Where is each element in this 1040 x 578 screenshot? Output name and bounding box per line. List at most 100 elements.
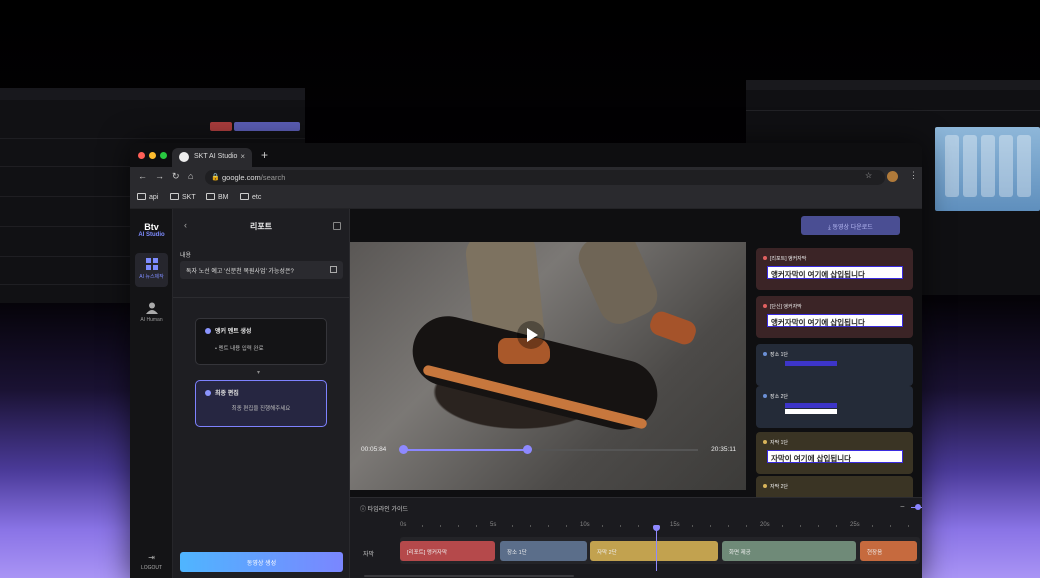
caption-card[interactable]: 자막 1단 자막이 여기에 삽입됩니다: [756, 432, 913, 474]
generate-video-button[interactable]: 동영상 생성: [180, 552, 343, 572]
collapse-panel-icon[interactable]: [333, 222, 341, 230]
caption-card-tag: 자막 2단: [763, 483, 788, 490]
timeline-clip[interactable]: 장소 1단: [500, 541, 587, 561]
horizontal-scrollbar[interactable]: [364, 575, 574, 577]
reload-icon[interactable]: ↻: [172, 171, 180, 182]
timeline-tick-label: 10s: [580, 522, 590, 528]
bookmarks-bar: api SKT BM etc: [130, 187, 922, 209]
timeline-tick-mark: [476, 525, 477, 527]
timeline-clip[interactable]: 현장음: [860, 541, 917, 561]
timeline-playhead[interactable]: [653, 525, 660, 571]
timeline-tick-label: 15s: [670, 522, 680, 528]
caption-cards: [리포트] 앵커자막앵커자막이 여기에 삽입됩니다 [단신] 앵커자막 앵커자막이 …: [752, 242, 922, 497]
timeline-tick-mark: [602, 525, 603, 527]
content-input[interactable]: 독자 노선 예고 '신분천 복원사업' 가능성은?: [180, 261, 343, 279]
caption-preview-text: 앵커자막이 여기에 삽입됩니다: [767, 266, 903, 279]
editor-stage: ⤓ 동영상 다운로드 00:05:84 20:35:11 [리포트] 앵커자막앵…: [350, 209, 922, 578]
current-time: 00:05:84: [361, 446, 387, 453]
edit-icon: [205, 390, 211, 396]
caption-preview-text: 자막이 여기에 삽입됩니다: [767, 450, 903, 463]
bookmark-folder[interactable]: etc: [240, 193, 261, 201]
timeline-title: ⓘ 타임라인 가이드: [360, 507, 408, 513]
bookmark-folder[interactable]: BM: [206, 193, 229, 201]
zoom-handle[interactable]: [915, 504, 921, 510]
timeline-tick-mark: [512, 525, 513, 527]
step-body: 최종 편집을 진행해주세요: [231, 406, 291, 412]
timeline-tick-mark: [782, 525, 783, 527]
profile-avatar[interactable]: [887, 171, 898, 182]
step-anchor-ment[interactable]: 앵커 멘트 생성 • 멘트 내용 입력 완료: [195, 318, 327, 365]
caption-preview-thumbnail: [785, 409, 837, 414]
rail-item-ai-human[interactable]: AI Human: [135, 297, 168, 331]
timeline-clip[interactable]: 화면 제공: [722, 541, 856, 561]
timeline-tick-mark: [692, 525, 693, 527]
caption-card[interactable]: 자막 2단: [756, 476, 913, 497]
status-dot-icon: [763, 484, 767, 488]
panel-title: 리포트: [249, 222, 273, 231]
timeline-tick-mark: [728, 525, 729, 527]
browser-tab[interactable]: SKT AI Studio ×: [172, 148, 252, 167]
total-time: 20:35:11: [711, 446, 736, 453]
person-icon: [145, 302, 158, 314]
tab-close-icon[interactable]: ×: [240, 152, 245, 161]
timeline-tick-mark: [710, 525, 711, 527]
url-path: /search: [260, 173, 286, 182]
caption-card-tag: 장소 2단: [763, 393, 788, 400]
minimize-window-dot[interactable]: [149, 152, 156, 159]
play-icon[interactable]: [517, 321, 545, 349]
timeline-tick-mark: [890, 525, 891, 527]
timeline-ruler: 0s 5s 10s 15s 20s 25s: [400, 522, 920, 532]
forward-icon[interactable]: →: [155, 171, 164, 181]
step-final-edit[interactable]: 최종 편집 최종 편집을 진행해주세요: [195, 380, 327, 427]
btv-logo: Btv: [144, 222, 159, 232]
caption-card-tag: [리포트] 앵커자막: [763, 255, 806, 262]
folder-icon: [206, 193, 215, 200]
step-title: 앵커 멘트 생성: [215, 329, 252, 335]
timeline-tick-mark: [548, 525, 549, 527]
timeline-tick-label: 5s: [490, 522, 497, 528]
report-panel: ‹ 리포트 내용 독자 노선 예고 '신분천 복원사업' 가능성은? 앵커 멘트…: [173, 209, 350, 578]
browser-window: SKT AI Studio × + ← → ↻ ⌂ 🔒 google.com/s…: [130, 143, 922, 578]
bookmark-folder[interactable]: api: [137, 193, 158, 201]
bookmark-star-icon[interactable]: ☆: [865, 171, 872, 180]
progress-fill: [403, 449, 527, 451]
step-title: 최종 편집: [215, 391, 239, 397]
rail-item-label: AI 뉴스제작: [139, 274, 164, 280]
timeline-tick-mark: [566, 525, 567, 527]
range-start-handle[interactable]: [399, 445, 408, 454]
calendar-icon[interactable]: [330, 266, 337, 273]
back-icon[interactable]: ←: [138, 171, 147, 181]
status-dot-icon: [763, 394, 767, 398]
zoom-out-icon[interactable]: −: [900, 502, 905, 511]
close-window-dot[interactable]: [138, 152, 145, 159]
timeline-tick-mark: [836, 525, 837, 527]
progress-track[interactable]: [403, 449, 698, 451]
caption-card[interactable]: 장소 1단: [756, 344, 913, 386]
caption-card[interactable]: [단신] 앵커자막 앵커자막이 여기에 삽입됩니다: [756, 296, 913, 338]
timeline-clip[interactable]: [리포트] 앵커자막: [400, 541, 495, 561]
address-bar[interactable]: 🔒 google.com/search: [205, 170, 885, 185]
caption-card[interactable]: [리포트] 앵커자막앵커자막이 여기에 삽입됩니다: [756, 248, 913, 290]
timeline-tick-mark: [638, 525, 639, 527]
folder-icon: [240, 193, 249, 200]
maximize-window-dot[interactable]: [160, 152, 167, 159]
navigation-bar: ← → ↻ ⌂ 🔒 google.com/search ☆ ⋮: [130, 167, 922, 187]
timeline-tick-label: 25s: [850, 522, 860, 528]
caption-card[interactable]: 장소 2단: [756, 386, 913, 428]
home-icon[interactable]: ⌂: [188, 171, 193, 181]
video-preview[interactable]: 00:05:84 20:35:11: [350, 242, 746, 490]
playhead-handle[interactable]: [522, 445, 532, 454]
browser-menu-icon[interactable]: ⋮: [909, 170, 918, 181]
timeline-tick-mark: [872, 525, 873, 527]
rail-item-ai-news[interactable]: AI 뉴스제작: [135, 253, 168, 287]
timeline-tick-label: 20s: [760, 522, 770, 528]
video-frame: [572, 242, 664, 331]
weather-thumbnail: [935, 127, 1040, 211]
new-tab-button[interactable]: +: [261, 148, 268, 162]
bookmark-folder[interactable]: SKT: [170, 193, 196, 201]
download-video-button[interactable]: ⤓ 동영상 다운로드: [801, 216, 900, 235]
content-value: 독자 노선 예고 '신분천 복원사업' 가능성은?: [186, 269, 294, 275]
tab-bar: SKT AI Studio × +: [130, 143, 922, 167]
logout-button[interactable]: ⇥ LOGOUT: [130, 553, 173, 571]
timeline-clip[interactable]: 자막 2단: [590, 541, 718, 561]
